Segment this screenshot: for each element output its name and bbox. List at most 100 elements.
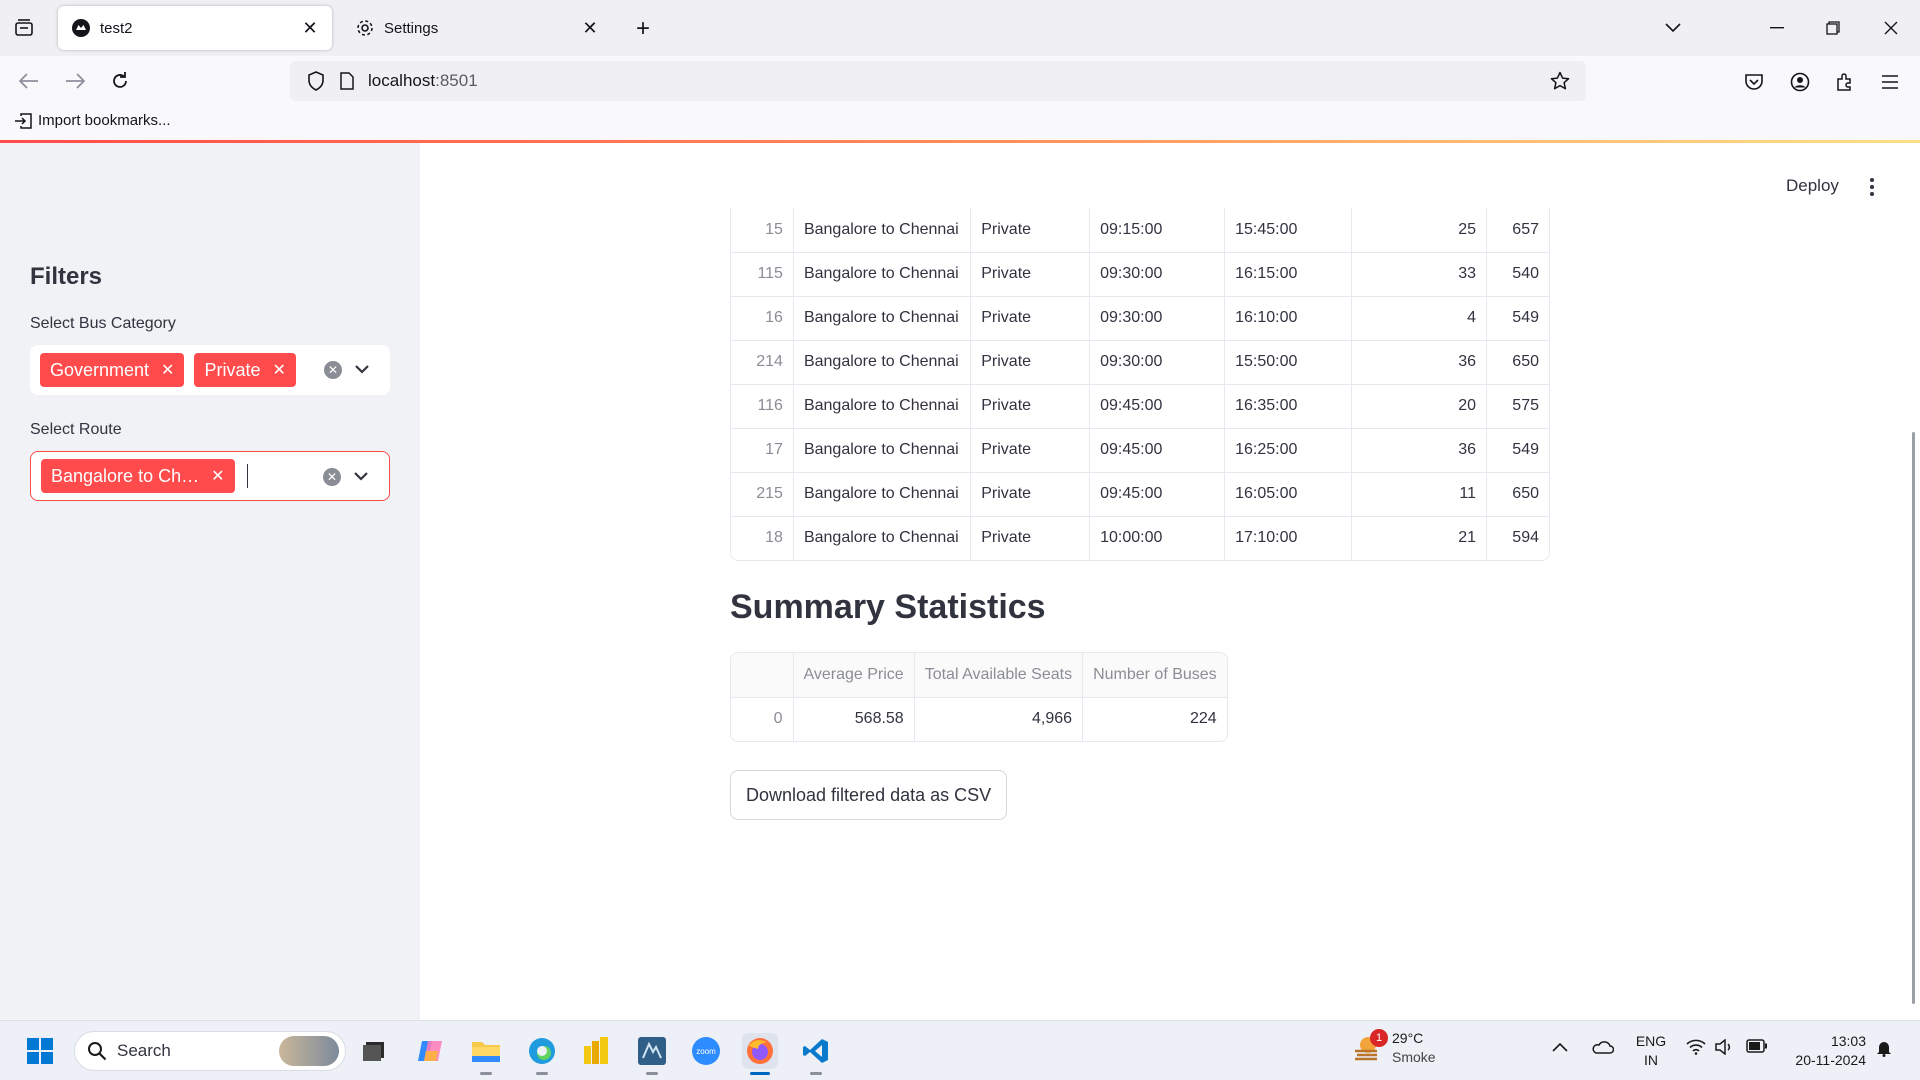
departure-time-cell: 09:30:00 — [1089, 252, 1226, 297]
bus-type-cell: Private — [970, 516, 1091, 560]
seats-available-cell: 36 — [1351, 340, 1487, 385]
summary-header-average-price: Average Price — [793, 653, 915, 698]
departure-time-cell: 09:15:00 — [1089, 208, 1226, 253]
clock[interactable]: 13:03 20-11-2024 — [1786, 1032, 1866, 1070]
restore-icon[interactable] — [1818, 14, 1848, 42]
page-info-icon[interactable] — [334, 72, 360, 90]
table-row[interactable]: 18 Bangalore to Chennai Private 10:00:00 17:… — [731, 516, 1549, 560]
weather-temperature: 29°C — [1392, 1030, 1424, 1046]
mysql-workbench-icon[interactable] — [634, 1033, 670, 1075]
chevron-down-icon[interactable] — [352, 359, 372, 379]
scrollbar[interactable] — [1912, 432, 1915, 1004]
battery-icon[interactable] — [1746, 1039, 1768, 1056]
close-tab-icon[interactable]: ✕ — [296, 14, 324, 42]
edge-icon[interactable] — [524, 1033, 560, 1075]
back-icon[interactable] — [14, 66, 44, 96]
bookmark-star-icon[interactable] — [1542, 71, 1578, 91]
show-hidden-icons-icon[interactable] — [1552, 1039, 1568, 1055]
text-cursor — [246, 464, 248, 488]
table-row[interactable]: 115 Bangalore to Chennai Private 09:30:00 16… — [731, 252, 1549, 297]
new-tab-icon[interactable]: + — [628, 14, 658, 44]
bus-category-multiselect[interactable]: Government ✕ Private ✕ ✕ — [30, 345, 390, 395]
copilot-icon[interactable] — [412, 1033, 448, 1069]
clear-all-icon[interactable]: ✕ — [324, 361, 342, 379]
chevron-down-icon[interactable] — [351, 466, 371, 486]
list-all-tabs-icon[interactable] — [1658, 14, 1688, 42]
task-view-icon[interactable] — [356, 1033, 392, 1069]
shield-icon[interactable] — [298, 71, 334, 91]
reload-icon[interactable] — [105, 66, 135, 96]
remove-chip-icon[interactable]: ✕ — [161, 360, 174, 380]
route-multiselect[interactable]: Bangalore to Ch… ✕ ✕ — [30, 451, 390, 501]
forward-icon[interactable] — [60, 66, 90, 96]
clear-all-icon[interactable]: ✕ — [323, 468, 341, 486]
import-icon — [15, 112, 32, 129]
departure-time-cell: 09:45:00 — [1089, 472, 1226, 517]
region-label: IN — [1644, 1052, 1658, 1068]
extensions-icon[interactable] — [1831, 68, 1859, 96]
price-cell: 549 — [1486, 296, 1549, 341]
row-index-cell: 16 — [731, 296, 794, 341]
power-bi-icon[interactable] — [578, 1033, 614, 1069]
firefox-icon[interactable] — [742, 1033, 778, 1075]
notifications-bell-icon[interactable] — [1876, 1039, 1892, 1060]
arrival-time-cell: 15:45:00 — [1224, 208, 1353, 253]
price-cell: 549 — [1486, 428, 1549, 473]
tab-test2[interactable]: test2 ✕ — [58, 6, 332, 50]
price-cell: 650 — [1486, 340, 1549, 385]
address-bar[interactable]: localhost:8501 — [290, 61, 1586, 101]
minimize-icon[interactable] — [1762, 14, 1792, 42]
taskbar-search[interactable]: Search — [74, 1031, 346, 1071]
wifi-icon[interactable] — [1686, 1039, 1706, 1058]
close-tab-icon[interactable]: ✕ — [576, 14, 604, 42]
bus-category-label: Select Bus Category — [30, 315, 176, 332]
departure-time-cell: 09:30:00 — [1089, 296, 1226, 341]
onedrive-icon[interactable] — [1590, 1039, 1615, 1058]
pocket-icon[interactable] — [1740, 68, 1768, 96]
account-icon[interactable] — [1786, 68, 1814, 96]
table-row[interactable]: 215 Bangalore to Chennai Private 09:45:00 16… — [731, 472, 1549, 517]
table-row[interactable]: 214 Bangalore to Chennai Private 09:30:00 15… — [731, 340, 1549, 385]
browser-tab-bar: test2 ✕ Settings ✕ + — [0, 0, 1920, 56]
more-options-icon[interactable] — [1862, 174, 1882, 200]
arrival-time-cell: 16:25:00 — [1224, 428, 1353, 473]
tab-settings[interactable]: Settings ✕ — [342, 6, 612, 50]
seats-available-cell: 25 — [1351, 208, 1487, 253]
row-index-cell: 115 — [731, 252, 794, 297]
table-row[interactable]: 116 Bangalore to Chennai Private 09:45:00 16… — [731, 384, 1549, 429]
tab-title: test2 — [100, 19, 133, 37]
arrival-time-cell: 16:15:00 — [1224, 252, 1353, 297]
import-bookmarks-link[interactable]: Import bookmarks... — [14, 112, 171, 129]
remove-chip-icon[interactable]: ✕ — [211, 466, 224, 486]
file-explorer-icon[interactable] — [468, 1033, 504, 1075]
seats-available-cell: 36 — [1351, 428, 1487, 473]
active-indicator — [750, 1072, 770, 1075]
weather-widget[interactable]: 1 29°C Smoke — [1352, 1029, 1436, 1067]
download-csv-button[interactable]: Download filtered data as CSV — [730, 770, 1008, 820]
gear-icon — [354, 17, 376, 39]
bus-type-cell: Private — [970, 428, 1091, 473]
table-row[interactable]: 17 Bangalore to Chennai Private 09:45:00 16:… — [731, 428, 1549, 473]
volume-icon[interactable] — [1714, 1038, 1734, 1058]
windows-start-icon[interactable] — [22, 1033, 58, 1069]
language-indicator[interactable]: ENG IN — [1634, 1032, 1668, 1070]
running-indicator — [536, 1072, 548, 1075]
tab-list-icon[interactable] — [10, 16, 38, 40]
departure-time-cell: 09:45:00 — [1089, 384, 1226, 429]
vscode-icon[interactable] — [798, 1033, 834, 1075]
row-index-cell: 17 — [731, 428, 794, 473]
data-table[interactable]: 15 Bangalore to Chennai Private 09:15:00 15:… — [730, 208, 1550, 561]
taskbar: Search zoom 1 29°C Smoke ENG IN 13:03 20… — [0, 1020, 1920, 1080]
zoom-icon[interactable]: zoom — [688, 1033, 724, 1069]
route-label: Select Route — [30, 421, 122, 438]
running-indicator — [480, 1072, 492, 1075]
table-row[interactable]: 15 Bangalore to Chennai Private 09:15:00 15:… — [731, 208, 1549, 253]
deploy-button[interactable]: Deploy — [1786, 176, 1839, 196]
summary-table[interactable]: Average Price Total Available Seats Numb… — [730, 652, 1228, 742]
remove-chip-icon[interactable]: ✕ — [272, 360, 285, 380]
close-window-icon[interactable] — [1876, 14, 1906, 42]
menu-icon[interactable] — [1876, 68, 1904, 96]
route-cell: Bangalore to Chennai — [793, 428, 972, 473]
price-cell: 594 — [1512, 529, 1539, 547]
table-row[interactable]: 16 Bangalore to Chennai Private 09:30:00 16:… — [731, 296, 1549, 341]
